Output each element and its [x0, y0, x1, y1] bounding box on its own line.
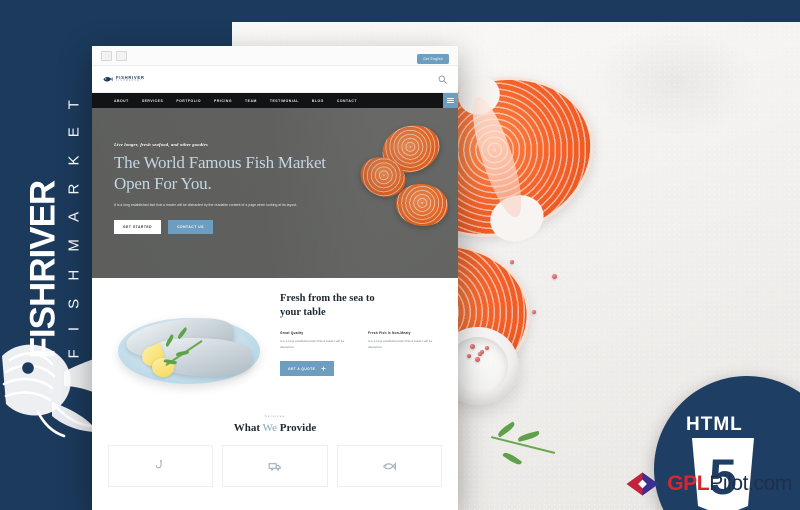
get-english-button[interactable]: Get English — [417, 53, 449, 64]
fresh-columns: Great Quality It is a long established f… — [280, 331, 444, 350]
hero-buttons: GET STARTED CONTACT US — [114, 219, 418, 234]
provide-card-2[interactable] — [222, 445, 328, 487]
fish-logo-icon — [103, 76, 113, 82]
mockup-utility-bar: Get English — [92, 46, 458, 66]
gplpilot-watermark: GPLPilot.com — [626, 472, 792, 496]
gplpilot-wordmark: GPLPilot.com — [667, 472, 792, 496]
hero-section: Live longer, fresh seafood, and other go… — [92, 108, 458, 278]
get-a-quote-label: GET A QUOTE — [288, 366, 316, 371]
fresh-col1-title: Great Quality — [280, 331, 304, 336]
fish-hook-icon — [155, 459, 162, 469]
fish-net-icon — [383, 462, 397, 471]
nav-item-pricing[interactable]: PRICING — [214, 99, 232, 103]
grid-icon[interactable] — [116, 50, 127, 61]
nav-item-services[interactable]: SERVICES — [142, 99, 164, 103]
mockup-logo-bar: FISHRIVER FISHMARKET — [92, 66, 458, 93]
hamburger-icon[interactable] — [443, 93, 458, 108]
provide-heading: What We Provide — [92, 422, 458, 434]
dorado-fish-plate-image — [112, 294, 264, 390]
provide-heading-part-1: What — [233, 422, 261, 434]
vertical-brand-text: FISHRIVER F I S H M A R K E T — [23, 59, 83, 359]
get-a-quote-button[interactable]: GET A QUOTE — [280, 361, 335, 377]
hero-headline-line-2: Open For You. — [114, 173, 212, 193]
nav-item-portfolio[interactable]: PORTFOLIO — [176, 99, 201, 103]
html5-label: HTML — [686, 414, 743, 435]
provide-cards — [92, 434, 458, 487]
nav-item-contact[interactable]: CONTACT — [337, 99, 357, 103]
provide-eyebrow: Services — [264, 414, 286, 418]
fresh-from-sea-section: Fresh from the sea to your table Great Q… — [92, 278, 458, 408]
utility-right: Get English — [417, 47, 449, 65]
gplpilot-diamond-icon — [626, 472, 659, 496]
fresh-col2-text: It is a long established fact that a rea… — [368, 339, 433, 349]
hero-headline-line-1: The World Famous Fish Market — [114, 153, 326, 172]
gplpilot-suffix: Pilot.com — [709, 472, 792, 495]
logo-text: FISHRIVER FISHMARKET — [116, 75, 145, 83]
website-mockup: Get English FISHRIVER FISHMARKET ABOUT S… — [92, 46, 458, 510]
mockup-navigation: ABOUT SERVICES PORTFOLIO PRICING TEAM TE… — [92, 93, 458, 108]
fresh-col2-title: Fresh Fish Is Non-Meaty — [368, 331, 411, 336]
nav-item-team[interactable]: TEAM — [245, 99, 257, 103]
hero-kicker: Live longer, fresh seafood, and other go… — [114, 142, 208, 147]
pencil-icon[interactable] — [101, 50, 112, 61]
fresh-col1-text: It is a long established fact that a rea… — [280, 339, 345, 349]
brand-subtitle: F I S H M A R K E T — [65, 93, 83, 359]
fresh-heading-line-1: Fresh from the sea to — [280, 293, 375, 304]
fresh-heading-line-2: your table — [280, 306, 326, 318]
provide-card-3[interactable] — [336, 445, 442, 487]
provide-heading-part-3: Provide — [279, 422, 317, 434]
rosemary-garnish — [160, 322, 214, 376]
plus-icon — [321, 366, 326, 371]
screenshot-canvas: FISHRIVER F I S H M A R K E T Get Englis… — [0, 0, 800, 510]
contact-us-button[interactable]: CONTACT US — [168, 219, 213, 234]
fresh-column-1: Great Quality It is a long established f… — [280, 331, 356, 350]
brand-title: FISHRIVER — [23, 180, 63, 359]
search-icon[interactable] — [437, 74, 448, 85]
get-started-button[interactable]: GET STARTED — [114, 219, 162, 234]
nav-item-blog[interactable]: BLOG — [312, 99, 324, 103]
nav-item-testimonial[interactable]: TESTIMONIAL — [270, 99, 299, 103]
hero-paragraph: It is a long established fact that a rea… — [114, 203, 298, 208]
fresh-column-2: Fresh Fish Is Non-Meaty It is a long est… — [368, 331, 444, 350]
logo-line-2: FISHMARKET — [116, 78, 143, 82]
provide-heading-part-2: We — [262, 422, 277, 434]
rosemary-sprig-bottom-right — [490, 421, 570, 468]
top-accent-bar — [232, 0, 800, 23]
fish-delivery-icon — [268, 463, 281, 471]
fresh-text-block: Fresh from the sea to your table Great Q… — [280, 292, 444, 377]
gplpilot-brand: GPL — [667, 472, 710, 495]
what-we-provide-section: Services What We Provide — [92, 408, 458, 487]
provide-card-1[interactable] — [108, 445, 214, 487]
nav-item-about[interactable]: ABOUT — [114, 99, 129, 103]
hero-content: Live longer, fresh seafood, and other go… — [114, 142, 418, 234]
